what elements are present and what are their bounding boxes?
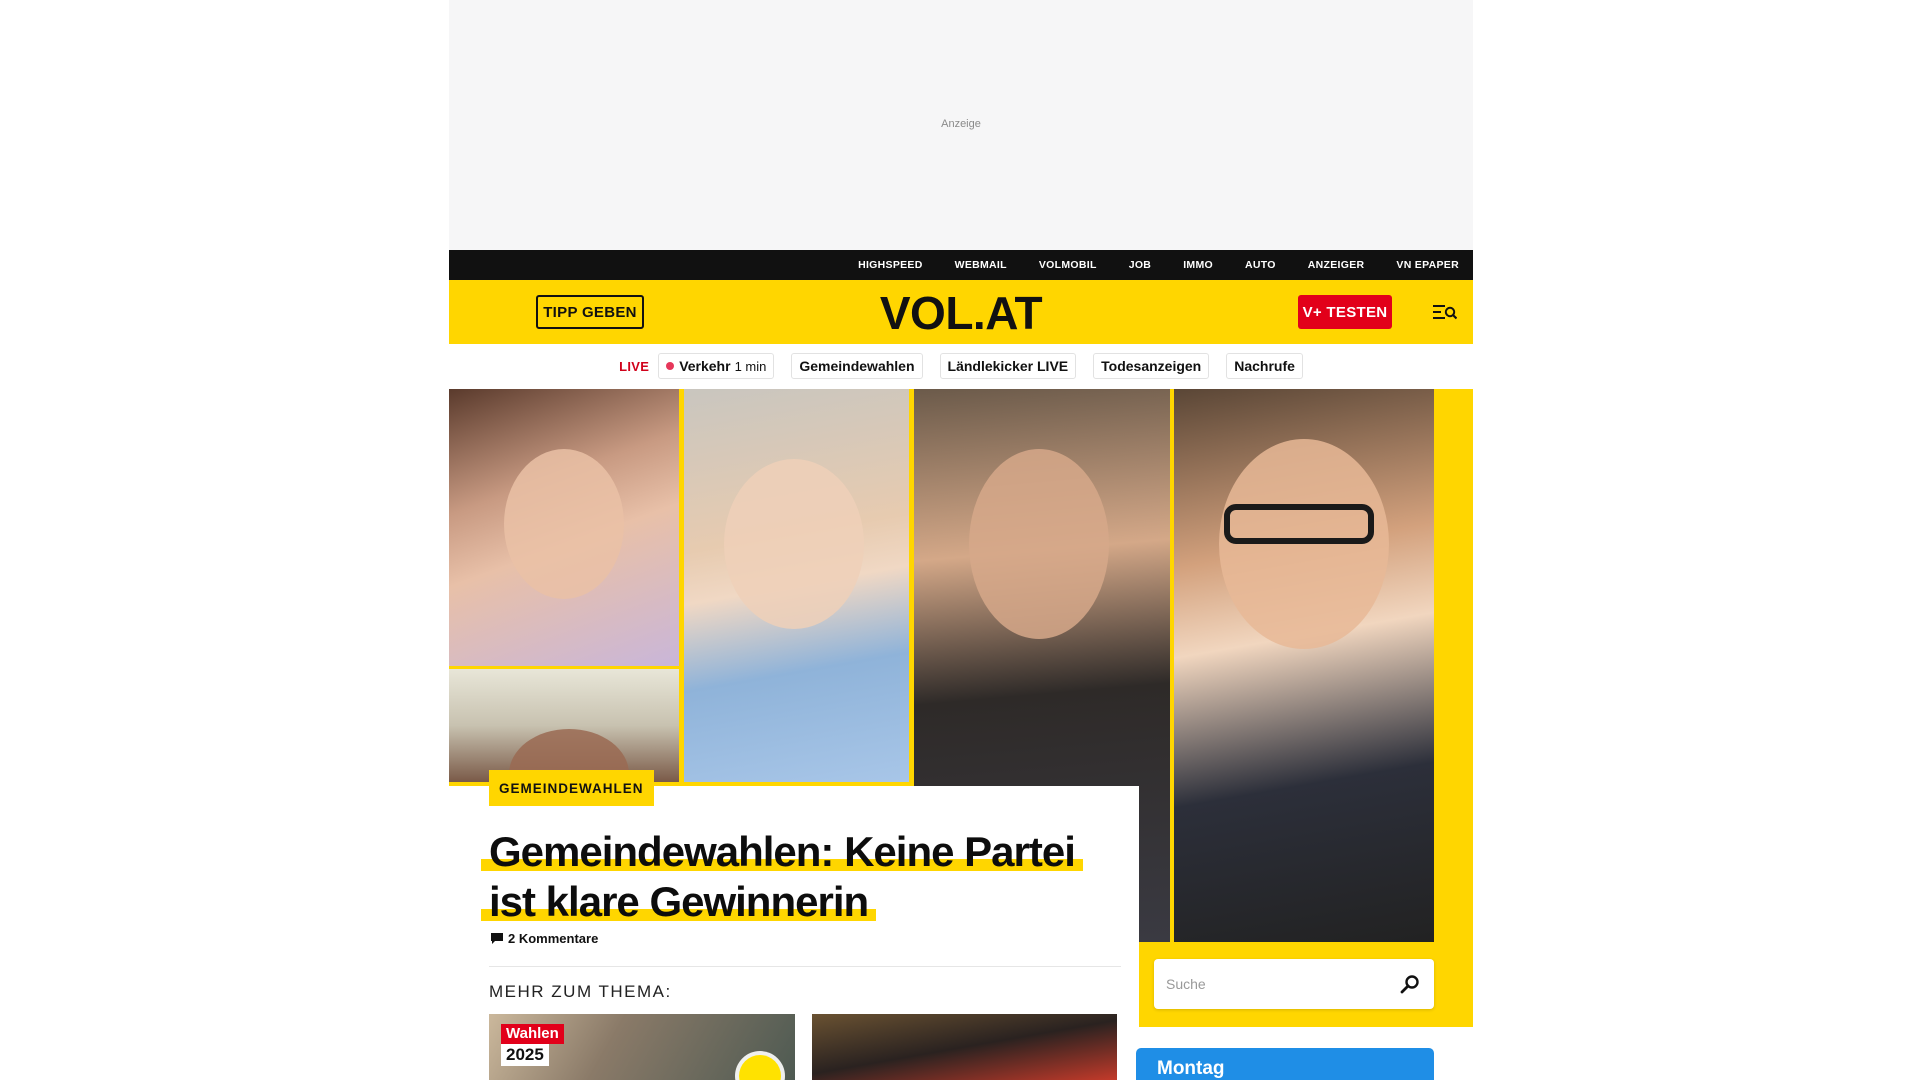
hero-headline-text: Gemeindewahlen: Keine Partei ist klare G… bbox=[481, 828, 1083, 925]
topbar-link-webmail[interactable]: WEBMAIL bbox=[955, 259, 1007, 271]
wahlen-tag-line1: Wahlen bbox=[501, 1024, 564, 1044]
related-heading: MEHR ZUM THEMA: bbox=[489, 982, 672, 1001]
quicknav-gemeindewahlen[interactable]: Gemeindewahlen bbox=[791, 353, 923, 379]
quicknav-todesanzeigen[interactable]: Todesanzeigen bbox=[1093, 353, 1210, 379]
quicknav-verkehr[interactable]: Verkehr 1 min bbox=[658, 353, 775, 379]
live-dot-icon bbox=[666, 362, 675, 370]
site-header: TIPP GEBEN VOL.AT V+ TESTEN bbox=[449, 280, 1473, 344]
topbar-link-auto[interactable]: AUTO bbox=[1245, 259, 1276, 271]
hero-headline[interactable]: Gemeindewahlen: Keine Partei ist klare G… bbox=[481, 827, 1129, 927]
wahlen-2025-tag: Wahlen 2025 bbox=[501, 1024, 565, 1066]
weather-widget[interactable]: Montag bbox=[1136, 1048, 1434, 1080]
quicknav-laendlekicker-live[interactable]: Ländlekicker LIVE bbox=[939, 353, 1077, 379]
comment-icon bbox=[491, 932, 503, 944]
hero-photo-man-glasses[interactable] bbox=[1174, 389, 1434, 942]
hero-photo-man-partial[interactable] bbox=[449, 669, 679, 782]
related-article-thumb-2[interactable] bbox=[812, 1014, 1117, 1080]
verkehr-label: Verkehr bbox=[679, 358, 731, 374]
ad-label: Anzeige bbox=[941, 118, 981, 130]
face-shape bbox=[504, 449, 624, 599]
comments-link[interactable]: 2 Kommentare bbox=[491, 931, 598, 946]
search-box bbox=[1154, 959, 1434, 1009]
search-icon[interactable] bbox=[1400, 974, 1420, 994]
menu-search-icon[interactable] bbox=[1433, 301, 1458, 323]
topbar-link-vn-epaper[interactable]: VN EPAPER bbox=[1396, 259, 1459, 271]
advertisement-slot[interactable]: Anzeige bbox=[449, 0, 1473, 250]
quicknav-nachrufe[interactable]: Nachrufe bbox=[1226, 353, 1303, 379]
search-input[interactable] bbox=[1166, 959, 1386, 1009]
topbar-link-volmobil[interactable]: VOLMOBIL bbox=[1039, 259, 1097, 271]
top-service-bar: HIGHSPEED WEBMAIL VOLMOBIL JOB IMMO AUTO… bbox=[449, 250, 1473, 280]
page: Anzeige HIGHSPEED WEBMAIL VOLMOBIL JOB I… bbox=[449, 0, 1473, 1080]
quick-nav: LIVE Verkehr 1 min Gemeindewahlen Ländle… bbox=[449, 344, 1473, 388]
face-shape bbox=[969, 449, 1109, 639]
divider bbox=[489, 966, 1121, 967]
weather-day: Montag bbox=[1157, 1058, 1225, 1079]
live-label: LIVE bbox=[619, 358, 650, 374]
vplus-testen-button[interactable]: V+ TESTEN bbox=[1298, 295, 1392, 329]
topbar-link-job[interactable]: JOB bbox=[1129, 259, 1152, 271]
hero-photo-woman-blonde[interactable] bbox=[684, 389, 909, 782]
glasses-shape bbox=[1224, 504, 1374, 544]
wahlen-tag-line2: 2025 bbox=[501, 1044, 549, 1066]
topbar-link-anzeiger[interactable]: ANZEIGER bbox=[1308, 259, 1365, 271]
category-badge[interactable]: GEMEINDEWAHLEN bbox=[489, 770, 654, 806]
comments-count: 2 Kommentare bbox=[508, 931, 599, 946]
verkehr-time: 1 min bbox=[734, 358, 767, 374]
face-shape bbox=[1219, 439, 1389, 649]
face-shape bbox=[724, 459, 864, 629]
topbar-link-highspeed[interactable]: HIGHSPEED bbox=[858, 259, 923, 271]
topbar-link-immo[interactable]: IMMO bbox=[1183, 259, 1213, 271]
hero-section: GEMEINDEWAHLEN Gemeindewahlen: Keine Par… bbox=[449, 389, 1473, 1027]
hero-photo-woman-dark-hair[interactable] bbox=[449, 389, 679, 666]
